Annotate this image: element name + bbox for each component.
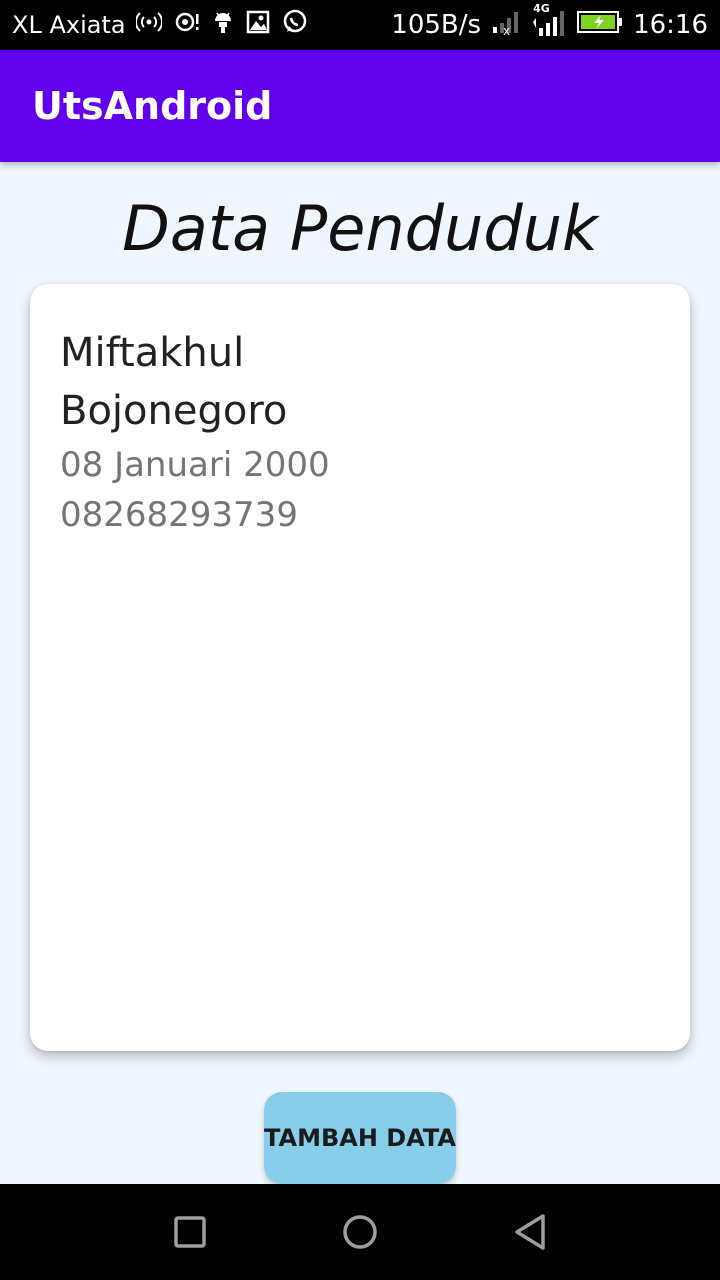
signal-icon: x <box>491 9 521 42</box>
recents-icon[interactable] <box>170 1212 210 1252</box>
data-saver-icon <box>174 10 200 40</box>
gallery-icon <box>246 10 270 40</box>
resident-card[interactable]: Miftakhul Bojonegoro 08 Januari 2000 082… <box>30 284 690 1051</box>
app-bar: UtsAndroid <box>0 50 720 162</box>
back-icon[interactable] <box>510 1212 550 1252</box>
network-type: 4G <box>533 1 550 15</box>
status-notification-icons <box>134 9 308 41</box>
app-title: UtsAndroid <box>32 84 273 128</box>
resident-birthdate: 08 Januari 2000 <box>60 445 330 485</box>
resident-phone: 08268293739 <box>60 495 298 535</box>
carrier-name: XL Axiata <box>12 11 126 39</box>
network-speed: 105B/s <box>391 10 482 40</box>
svg-text:x: x <box>503 24 510 35</box>
resident-city: Bojonegoro <box>60 388 288 434</box>
network-4g-signal-icon: 4G <box>531 2 567 45</box>
hotspot-icon <box>134 11 163 39</box>
resident-name: Miftakhul <box>60 330 245 376</box>
add-data-button[interactable]: TAMBAH DATA <box>264 1092 456 1184</box>
status-left: XL Axiata <box>12 9 308 41</box>
page-heading: Data Penduduk <box>122 192 598 265</box>
status-right: 105B/s x 4G 16:16 <box>391 2 708 45</box>
whatsapp-icon <box>282 9 308 41</box>
home-icon[interactable] <box>340 1212 380 1252</box>
clock: 16:16 <box>633 10 708 40</box>
battery-charging-icon <box>577 10 623 41</box>
navigation-bar <box>0 1184 720 1280</box>
status-bar: XL Axiata 105B/s x 4G 16:16 <box>0 0 720 50</box>
android-debug-icon <box>212 10 234 40</box>
